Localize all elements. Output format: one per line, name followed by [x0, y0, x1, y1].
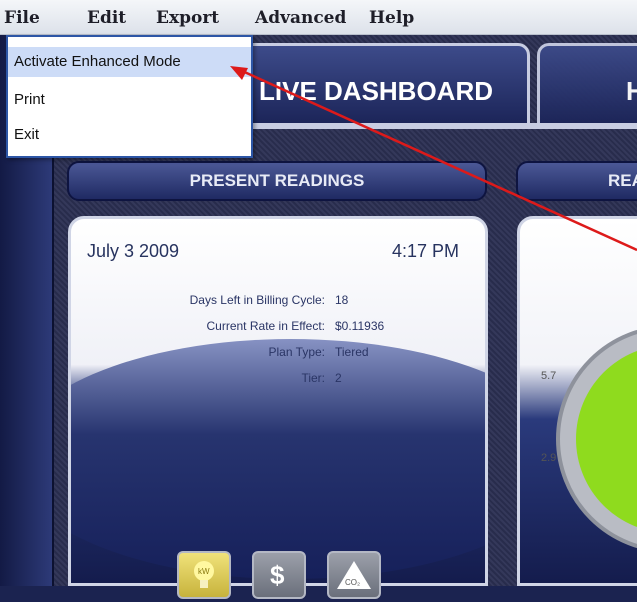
- gauge-panel: 5.7 2.9: [517, 216, 637, 586]
- field-value: Tiered: [335, 345, 369, 359]
- menu-export[interactable]: Export: [156, 8, 219, 28]
- menu-item-print[interactable]: Print: [8, 85, 251, 115]
- gauge-svg: 5.7 2.9: [541, 329, 637, 549]
- menu-item-exit[interactable]: Exit: [8, 120, 251, 150]
- present-readings-panel: July 3 2009 4:17 PM Days Left in Billing…: [68, 216, 488, 586]
- gauge-label-2-9: 2.9: [541, 452, 556, 464]
- field-label: Days Left in Billing Cycle:: [189, 293, 325, 307]
- menu-file[interactable]: File: [4, 8, 40, 28]
- field-value: 18: [335, 293, 349, 307]
- kw-button[interactable]: kW: [177, 551, 231, 599]
- tab-second[interactable]: H: [537, 43, 637, 123]
- bulb-icon: kW: [194, 561, 214, 588]
- file-dropdown-menu: Activate Enhanced Mode Print Exit: [6, 35, 253, 158]
- field-value: 2: [335, 371, 342, 385]
- menu-item-activate-enhanced-mode[interactable]: Activate Enhanced Mode: [8, 47, 251, 77]
- menu-help[interactable]: Help: [369, 8, 414, 28]
- kw-label: kW: [198, 567, 210, 576]
- field-label: Tier:: [301, 371, 325, 385]
- co2-triangle-icon: CO₂: [337, 561, 371, 589]
- present-readings-header: PRESENT READINGS: [67, 161, 487, 201]
- field-label: Plan Type:: [268, 345, 325, 359]
- reading-time: 4:17 PM: [391, 241, 459, 261]
- tab-live-dashboard-label: LIVE DASHBOARD: [259, 76, 494, 106]
- dollar-icon: $: [270, 560, 285, 590]
- dollar-button[interactable]: $: [252, 551, 306, 599]
- tab-second-label: H: [626, 76, 637, 106]
- menu-advanced[interactable]: Advanced: [255, 8, 346, 28]
- gauge-label-5-7: 5.7: [541, 370, 556, 382]
- present-readings-title: PRESENT READINGS: [189, 171, 365, 190]
- co2-button[interactable]: CO₂: [327, 551, 381, 599]
- menu-bar: File Edit Export Advanced Help: [0, 0, 637, 35]
- reading-date: July 3 2009: [87, 241, 180, 261]
- readings-header-right-title: REA: [608, 171, 637, 190]
- panel-swoosh: [71, 339, 485, 579]
- menu-edit[interactable]: Edit: [87, 8, 126, 28]
- readings-header-right: REA: [516, 161, 637, 201]
- field-value: $0.11936: [335, 319, 385, 333]
- field-label: Current Rate in Effect:: [206, 319, 326, 333]
